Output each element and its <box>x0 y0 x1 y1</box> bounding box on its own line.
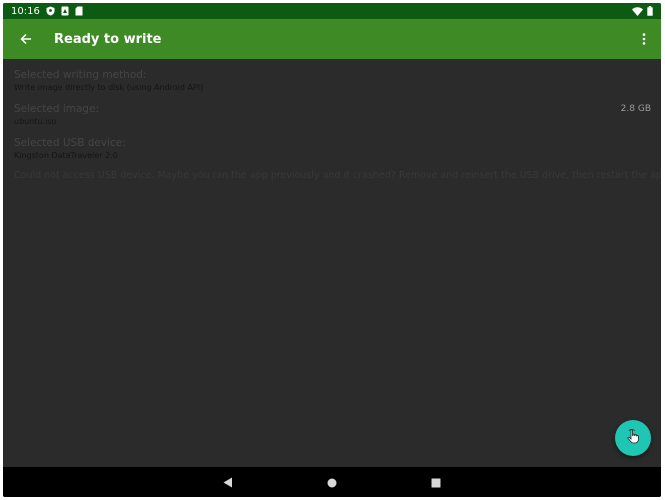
navigation-bar <box>3 467 661 497</box>
device-screen: 10:16 Ready to write Selected writing me… <box>3 3 661 497</box>
sd-card-icon <box>75 6 83 16</box>
app-bar: Ready to write <box>3 19 661 59</box>
nav-home-icon <box>327 473 337 492</box>
nav-back-icon <box>223 473 233 492</box>
overflow-menu-button[interactable] <box>627 19 661 59</box>
image-size: 2.8 GB <box>620 104 651 114</box>
more-vert-icon <box>642 30 646 49</box>
writing-method-section: Selected writing method: Write image dir… <box>14 68 651 94</box>
image-section: Selected image: ubuntu.iso 2.8 GB <box>14 102 651 128</box>
page-title: Ready to write <box>54 31 162 47</box>
arrow-back-icon <box>20 30 32 49</box>
nav-home-button[interactable] <box>280 467 384 497</box>
writing-method-label: Selected writing method: <box>14 69 147 81</box>
write-fab-button[interactable] <box>615 420 651 456</box>
usb-device-section: Selected USB device: Kingston DataTravel… <box>14 136 651 162</box>
shield-icon <box>46 6 55 16</box>
image-name: ubuntu.iso <box>14 117 57 126</box>
nav-recents-button[interactable] <box>384 467 488 497</box>
battery-icon <box>647 6 653 16</box>
main-content: Selected writing method: Write image dir… <box>3 59 661 181</box>
usb-device-label: Selected USB device: <box>14 137 126 149</box>
usb-device-value: Kingston DataTraveler 2.0 <box>14 151 118 160</box>
wifi-icon <box>632 6 643 16</box>
sim-card-icon <box>61 6 69 16</box>
writing-method-value: Write image directly to disk (using Andr… <box>14 83 204 92</box>
image-label: Selected image: <box>14 103 100 115</box>
touch-hand-icon <box>625 428 641 448</box>
error-message: Could not access USB device. Maybe you r… <box>14 170 661 181</box>
back-button[interactable] <box>3 19 49 59</box>
status-time: 10:16 <box>11 5 40 17</box>
nav-recents-icon <box>431 473 441 492</box>
nav-back-button[interactable] <box>176 467 280 497</box>
status-bar: 10:16 <box>3 3 661 19</box>
